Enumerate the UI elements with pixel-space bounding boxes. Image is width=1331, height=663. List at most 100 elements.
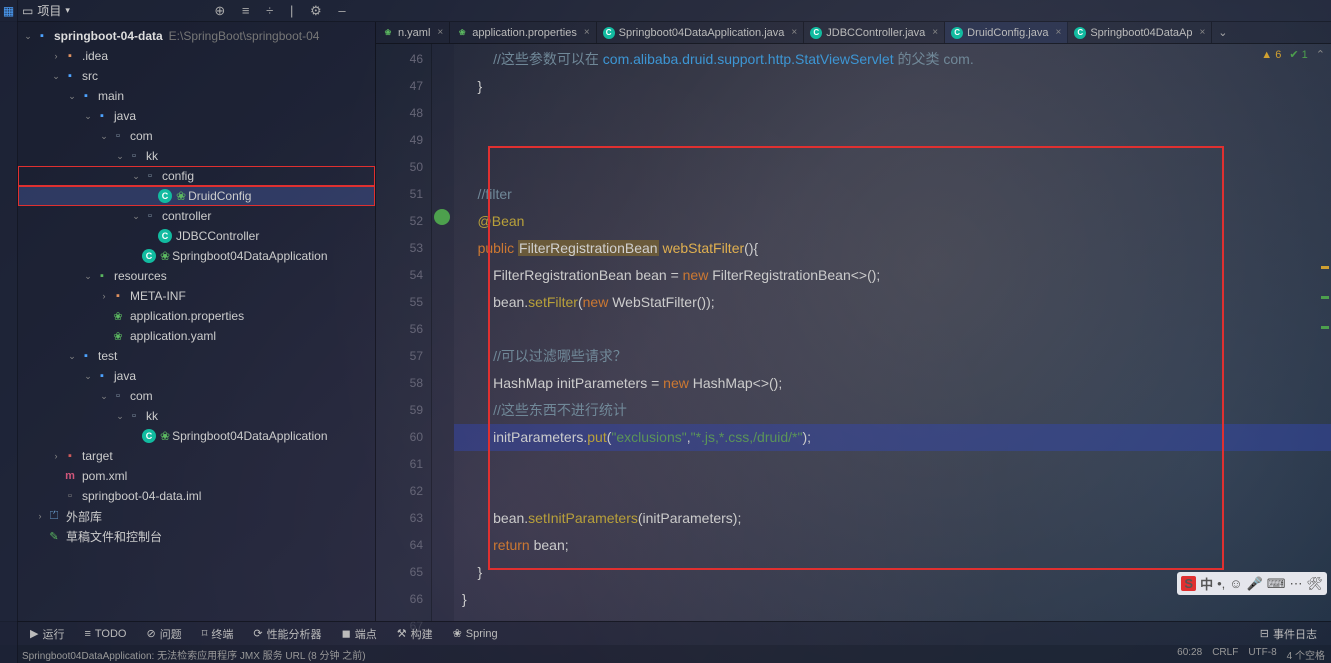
tree-item-application-yaml[interactable]: ❀application.yaml [18,326,375,346]
tree-item-controller[interactable]: ⌄▫controller [18,206,375,226]
line-number[interactable]: 48 [376,100,423,127]
line-gutter[interactable]: 4647484950515253545556575859606162636465… [376,44,432,621]
code-line[interactable]: bean.setInitParameters(initParameters); [454,505,1331,532]
ime-tools-icon[interactable]: 🛠 [1306,576,1323,592]
status-message[interactable]: Springboot04DataApplication: 无法检索应用程序 JM… [22,647,366,662]
ime-emoji-icon[interactable]: ☺ [1229,576,1242,591]
toolwin-性能分析器[interactable]: ⟳性能分析器 [245,622,329,645]
code-line[interactable] [454,478,1331,505]
left-tool-rail[interactable]: ▦ [0,0,18,663]
bean-gutter-icon[interactable] [434,209,450,225]
code-line[interactable]: } [454,73,1331,100]
hide-icon[interactable]: – [338,3,345,18]
tree-item--idea[interactable]: ›▪.idea [18,46,375,66]
caret-position[interactable]: 60:28 [1177,647,1202,662]
code-line[interactable]: bean.setFilter(new WebStatFilter()); [454,289,1331,316]
line-number[interactable]: 53 [376,235,423,262]
tab-n-yaml[interactable]: ❀n.yaml× [376,22,450,43]
tree-item-springboot04dataapplication[interactable]: C❀Springboot04DataApplication [18,426,375,446]
tree-item-config[interactable]: ⌄▫config [18,166,375,186]
line-separator[interactable]: CRLF [1212,647,1238,662]
close-icon[interactable]: × [1055,27,1061,38]
rail-icon[interactable]: ▦ [3,4,14,18]
ime-logo-icon[interactable]: S [1181,576,1196,591]
code-line[interactable] [454,127,1331,154]
tree-item-java[interactable]: ⌄▪java [18,106,375,126]
line-number[interactable]: 63 [376,505,423,532]
ok-icon[interactable]: ✔ 1 [1289,48,1307,61]
tree-item-springboot-04-data-iml[interactable]: ▫springboot-04-data.iml [18,486,375,506]
toolwin-运行[interactable]: ▶运行 [22,622,72,645]
tab-springboot04dataapplication-java[interactable]: CSpringboot04DataApplication.java× [597,22,805,43]
tab-springboot04dataap[interactable]: CSpringboot04DataAp× [1068,22,1212,43]
close-icon[interactable]: × [584,27,590,38]
line-number[interactable]: 46 [376,46,423,73]
line-number[interactable]: 65 [376,559,423,586]
line-number[interactable]: 56 [376,316,423,343]
tree-item-src[interactable]: ⌄▪src [18,66,375,86]
line-number[interactable]: 61 [376,451,423,478]
tree-item-pom-xml[interactable]: mpom.xml [18,466,375,486]
close-icon[interactable]: × [1199,27,1205,38]
tree-item-test[interactable]: ⌄▪test [18,346,375,366]
tree-item-resources[interactable]: ⌄▪resources [18,266,375,286]
project-tree-panel[interactable]: ⌄▪springboot-04-dataE:\SpringBoot\spring… [18,22,376,621]
tree-root[interactable]: ⌄▪springboot-04-dataE:\SpringBoot\spring… [18,26,375,46]
tree-item-com[interactable]: ⌄▫com [18,386,375,406]
toolwin-构建[interactable]: ⚒构建 [389,622,441,645]
encoding[interactable]: UTF-8 [1248,647,1276,662]
code-line[interactable]: return bean; [454,532,1331,559]
tree-item-druidconfig[interactable]: C❀DruidConfig [18,186,375,206]
line-number[interactable]: 58 [376,370,423,397]
toolwin-终端[interactable]: ⌑终端 [194,622,242,645]
line-number[interactable]: 62 [376,478,423,505]
code-line[interactable]: HashMap initParameters = new HashMap<>()… [454,370,1331,397]
toolwin-端点[interactable]: ◼端点 [334,622,385,645]
tree-item-target[interactable]: ›▪target [18,446,375,466]
tree-item-jdbccontroller[interactable]: CJDBCController [18,226,375,246]
tree-item-com[interactable]: ⌄▫com [18,126,375,146]
line-number[interactable]: 51 [376,181,423,208]
tree-item-kk[interactable]: ⌄▫kk [18,406,375,426]
tab-druidconfig-java[interactable]: CDruidConfig.java× [945,22,1068,43]
code-line[interactable]: public FilterRegistrationBean webStatFil… [454,235,1331,262]
error-stripe[interactable] [1319,66,1331,621]
warning-icon[interactable]: ▲ 6 [1261,49,1281,61]
tree-item-java[interactable]: ⌄▪java [18,366,375,386]
ime-punct-icon[interactable]: •, [1217,576,1225,591]
tree-item-springboot04dataapplication[interactable]: C❀Springboot04DataApplication [18,246,375,266]
tree-item-meta-inf[interactable]: ›▪META-INF [18,286,375,306]
code-line[interactable]: //这些东西不进行统计 [454,397,1331,424]
indent[interactable]: 4 个空格 [1287,647,1325,662]
tab-application-properties[interactable]: ❀application.properties× [450,22,596,43]
chevron-down-icon[interactable]: ▾ [65,5,70,16]
toolwin-问题[interactable]: ⊘问题 [138,622,189,645]
code-line[interactable] [454,154,1331,181]
toolwin-Spring[interactable]: ❀Spring [445,622,506,645]
line-number[interactable]: 52 [376,208,423,235]
line-number[interactable]: 47 [376,73,423,100]
editor-tabs[interactable]: ❀n.yaml×❀application.properties×CSpringb… [376,22,1331,44]
line-number[interactable]: 64 [376,532,423,559]
code-line[interactable]: //filter [454,181,1331,208]
code-line[interactable]: FilterRegistrationBean bean = new Filter… [454,262,1331,289]
code-line[interactable] [454,451,1331,478]
line-number[interactable]: 59 [376,397,423,424]
ime-toolbar[interactable]: S 中 •, ☺ 🎤 ⌨ ⋯ 🛠 [1177,572,1327,595]
tool-window-bar[interactable]: ▶运行≡TODO⊘问题⌑终端⟳性能分析器◼端点⚒构建❀Spring ⊟ 事件日志 [0,621,1331,645]
line-number[interactable]: 57 [376,343,423,370]
code-line[interactable] [454,316,1331,343]
line-number[interactable]: 60 [376,424,423,451]
tree-item--[interactable]: ✎草稿文件和控制台 [18,526,375,546]
code-line[interactable] [454,613,1331,621]
tabs-overflow[interactable]: ⌄ [1212,22,1233,43]
ime-lang[interactable]: 中 [1200,574,1213,593]
line-number[interactable]: 66 [376,586,423,613]
close-icon[interactable]: × [791,27,797,38]
code-line[interactable]: initParameters.put("exclusions","*.js,*.… [454,424,1331,451]
tree-item--[interactable]: ›⏍外部库 [18,506,375,526]
tree-item-main[interactable]: ⌄▪main [18,86,375,106]
code-line[interactable]: //可以过滤哪些请求？ [454,343,1331,370]
line-number[interactable]: 54 [376,262,423,289]
chevron-icon[interactable]: ⌃ [1316,48,1325,61]
